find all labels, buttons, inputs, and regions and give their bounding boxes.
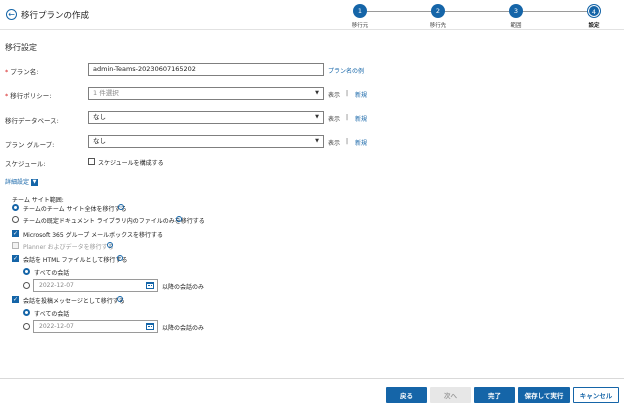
step-4-label: 設定	[588, 23, 600, 29]
wizard-steps: 1 移行元 2 移行先 3 範囲 4 設定	[340, 4, 610, 30]
required-asterisk: *	[5, 68, 9, 76]
plan-name-example-link[interactable]: プラン名の例	[328, 66, 364, 75]
conv-html-date-radio[interactable]	[23, 282, 30, 289]
database-select-value: なし	[93, 113, 106, 121]
scope-all-label: チームのチーム サイト全体を移行する	[23, 206, 127, 213]
plan-group-separator: |	[346, 138, 349, 145]
database-select[interactable]: なし ▼	[88, 111, 324, 124]
cancel-button[interactable]: キャンセル	[573, 387, 619, 403]
step-1-circle: 1	[353, 4, 367, 18]
m365-mailbox-checkbox[interactable]: ✓	[12, 230, 19, 237]
section-title: 移行設定	[5, 43, 37, 52]
policy-show-link[interactable]: 表示	[328, 90, 340, 99]
step-3-label: 範囲	[510, 23, 522, 29]
conv-html-label: 会話を HTML ファイルとして移行する	[23, 257, 128, 264]
plan-group-new-link[interactable]: 新規	[355, 138, 367, 147]
chevron-down-icon: ▼	[31, 179, 39, 186]
step-1: 1 移行元	[340, 4, 380, 29]
conv-html-all-label: すべての会話	[34, 270, 70, 277]
info-icon[interactable]: i	[118, 204, 124, 210]
database-label: 移行データベース:	[5, 117, 59, 125]
conv-html-all-radio[interactable]	[23, 268, 30, 275]
chevron-down-icon: ▼	[315, 90, 319, 96]
plan-name-input[interactable]: admin-Teams-20230607165202	[88, 63, 324, 76]
advanced-settings-toggle[interactable]: 詳細設定 ▼	[5, 177, 39, 186]
schedule-checkbox-label: スケジュールを構成する	[98, 160, 164, 167]
plan-name-label: * プラン名:	[5, 68, 39, 76]
header: ← 移行プランの作成 1 移行元 2 移行先 3 範囲 4 設定	[0, 0, 624, 30]
policy-separator: |	[346, 90, 349, 97]
calendar-icon[interactable]	[146, 282, 154, 289]
step-4: 4 設定	[574, 4, 614, 29]
m365-mailbox-label: Microsoft 365 グループ メールボックスを移行する	[23, 232, 163, 239]
back-button[interactable]: 戻る	[386, 387, 427, 403]
policy-new-link[interactable]: 新規	[355, 90, 367, 99]
conv-post-label: 会話を投稿メッセージとして移行する	[23, 298, 125, 305]
finish-button[interactable]: 完了	[474, 387, 515, 403]
planner-label: Planner およびデータを移行する	[23, 244, 114, 251]
conv-post-date-radio[interactable]	[23, 323, 30, 330]
next-button[interactable]: 次へ	[430, 387, 471, 403]
info-icon[interactable]: i	[107, 242, 113, 248]
chevron-down-icon: ▼	[315, 138, 319, 144]
back-arrow-icon[interactable]: ←	[6, 9, 17, 20]
plan-group-label: プラン グループ:	[5, 141, 55, 149]
info-icon[interactable]: i	[117, 296, 123, 302]
step-3: 3 範囲	[496, 4, 536, 29]
conv-html-checkbox[interactable]: ✓	[12, 255, 19, 262]
page-title: 移行プランの作成	[21, 11, 90, 21]
info-icon[interactable]: i	[117, 255, 123, 261]
steps-connector	[366, 11, 596, 12]
conv-html-after-label: 以降の会話のみ	[162, 284, 205, 291]
conv-post-all-label: すべての会話	[34, 311, 70, 318]
database-new-link[interactable]: 新規	[355, 114, 367, 123]
step-4-circle: 4	[587, 4, 601, 18]
step-3-circle: 3	[509, 4, 523, 18]
step-2: 2 移行先	[418, 4, 458, 29]
conv-post-date-input[interactable]: 2022-12-07	[33, 320, 158, 333]
save-and-run-button[interactable]: 保存して実行	[518, 387, 570, 403]
conv-html-date-value: 2022-12-07	[39, 282, 74, 289]
scope-default-library-radio[interactable]	[12, 216, 19, 223]
policy-select[interactable]: 1 件選択 ▼	[88, 87, 324, 100]
team-site-scope-label: チーム サイト範囲:	[12, 197, 64, 204]
schedule-label: スケジュール:	[5, 160, 46, 168]
database-show-link[interactable]: 表示	[328, 114, 340, 123]
plan-group-select[interactable]: なし ▼	[88, 135, 324, 148]
step-2-label: 移行先	[429, 23, 447, 29]
conv-post-all-radio[interactable]	[23, 309, 30, 316]
step-1-label: 移行元	[351, 23, 369, 29]
conv-html-date-input[interactable]: 2022-12-07	[33, 279, 158, 292]
step-2-circle: 2	[431, 4, 445, 18]
conv-post-date-value: 2022-12-07	[39, 323, 74, 330]
conv-post-after-label: 以降の会話のみ	[162, 325, 205, 332]
policy-label: * 移行ポリシー:	[5, 92, 52, 100]
conv-post-checkbox[interactable]: ✓	[12, 296, 19, 303]
plan-group-select-value: なし	[93, 137, 106, 145]
planner-checkbox[interactable]	[12, 242, 19, 249]
schedule-checkbox[interactable]	[88, 158, 95, 165]
required-asterisk: *	[5, 92, 9, 100]
footer-bar: 戻る 次へ 完了 保存して実行 キャンセル	[0, 378, 624, 403]
info-icon[interactable]: i	[176, 216, 182, 222]
plan-group-show-link[interactable]: 表示	[328, 138, 340, 147]
policy-select-value: 1 件選択	[93, 89, 119, 97]
chevron-down-icon: ▼	[315, 114, 319, 120]
scope-all-radio[interactable]	[12, 204, 19, 211]
database-separator: |	[346, 114, 349, 121]
advanced-settings-label: 詳細設定	[5, 179, 30, 186]
calendar-icon[interactable]	[146, 323, 154, 330]
